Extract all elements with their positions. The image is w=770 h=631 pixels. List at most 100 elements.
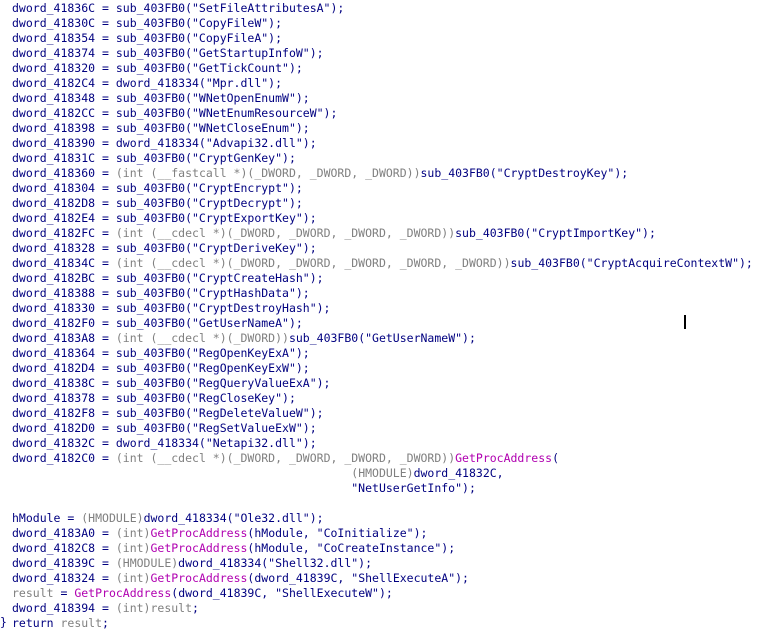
api-call-token: GetProcAddress — [150, 541, 248, 555]
code-line[interactable]: dword_418390 = dword_418334("Advapi32.dl… — [12, 136, 317, 151]
code-token: dword_4182BC = sub_403FB0("CryptCreateHa… — [12, 271, 324, 285]
code-token: dword_4182CC = sub_403FB0("WNetEnumResou… — [12, 106, 338, 120]
type-cast-token: (int) — [115, 601, 151, 615]
code-line[interactable]: dword_4182D8 = sub_403FB0("CryptDecrypt"… — [12, 196, 303, 211]
code-token: dword_4182FC = — [12, 226, 116, 240]
code-token: dword_4182E4 = sub_403FB0("CryptExportKe… — [12, 211, 317, 225]
code-token: dword_41832C = dword_418334("Netapi32.dl… — [12, 436, 317, 450]
code-line[interactable]: dword_418388 = sub_403FB0("CryptHashData… — [12, 286, 310, 301]
code-line[interactable]: dword_418394 = (int)result; — [12, 601, 199, 616]
code-token: hModule = — [12, 511, 82, 525]
code-line[interactable]: "NetUserGetInfo"); — [12, 481, 476, 496]
code-line[interactable]: dword_418364 = sub_403FB0("RegOpenKeyExA… — [12, 346, 310, 361]
code-line[interactable]: dword_4182F0 = sub_403FB0("GetUserNameA"… — [12, 316, 303, 331]
code-line[interactable]: dword_418378 = sub_403FB0("RegCloseKey")… — [12, 391, 296, 406]
code-line[interactable]: dword_4182E4 = sub_403FB0("CryptExportKe… — [12, 211, 317, 226]
code-token: dword_418360 = — [12, 166, 116, 180]
code-token: (dword_41839C, "ShellExecuteW"); — [171, 586, 393, 600]
code-line[interactable]: dword_4182BC = sub_403FB0("CryptCreateHa… — [12, 271, 324, 286]
code-token: dword_41836C = sub_403FB0("SetFileAttrib… — [12, 1, 345, 15]
code-line[interactable]: dword_4183A0 = (int)GetProcAddress(hModu… — [12, 526, 427, 541]
code-token: dword_41834C = — [12, 256, 116, 270]
code-token: sub_403FB0("CryptAcquireContextW"); — [510, 256, 753, 270]
code-line[interactable]: dword_4182C4 = dword_418334("Mpr.dll"); — [12, 76, 282, 91]
code-token: dword_41831C = sub_403FB0("CryptGenKey")… — [12, 151, 296, 165]
api-call-token: GetProcAddress — [74, 586, 172, 600]
code-token: dword_418304 = sub_403FB0("CryptEncrypt"… — [12, 181, 303, 195]
type-cast-token: (int (__cdecl *)(_DWORD, _DWORD, _DWORD,… — [115, 451, 456, 465]
editor-gutter — [0, 0, 6, 631]
code-token: dword_4182F8 = sub_403FB0("RegDeleteValu… — [12, 406, 324, 420]
code-line[interactable]: return result; — [12, 616, 109, 631]
code-token: ; — [192, 601, 199, 615]
code-token: dword_418388 = sub_403FB0("CryptHashData… — [12, 286, 310, 300]
code-line[interactable]: result = GetProcAddress(dword_41839C, "S… — [12, 586, 393, 601]
code-line[interactable]: dword_418398 = sub_403FB0("WNetCloseEnum… — [12, 121, 310, 136]
type-cast-token: (int) — [115, 526, 151, 540]
code-line[interactable]: dword_418330 = sub_403FB0("CryptDestroyH… — [12, 301, 331, 316]
code-token: ; — [102, 616, 109, 630]
code-token: dword_418378 = sub_403FB0("RegCloseKey")… — [12, 391, 296, 405]
code-line[interactable]: dword_418328 = sub_403FB0("CryptDeriveKe… — [12, 241, 317, 256]
code-line[interactable]: dword_418304 = sub_403FB0("CryptEncrypt"… — [12, 181, 303, 196]
code-token: dword_418348 = sub_403FB0("WNetOpenEnumW… — [12, 91, 310, 105]
code-line[interactable]: dword_41834C = (int (__cdecl *)(_DWORD, … — [12, 256, 753, 271]
code-line[interactable]: dword_418324 = (int)GetProcAddress(dword… — [12, 571, 469, 586]
code-line[interactable]: dword_4182C0 = (int (__cdecl *)(_DWORD, … — [12, 451, 559, 466]
type-cast-token: (int (__cdecl *)(_DWORD)) — [115, 331, 289, 345]
code-token: dword_418398 = sub_403FB0("WNetCloseEnum… — [12, 121, 310, 135]
code-token: dword_4183A8 = — [12, 331, 116, 345]
code-line[interactable]: dword_418348 = sub_403FB0("WNetOpenEnumW… — [12, 91, 310, 106]
code-line[interactable]: dword_418360 = (int (__fastcall *)(_DWOR… — [12, 166, 628, 181]
code-token: dword_4182C0 = — [12, 451, 116, 465]
code-token: = — [53, 586, 75, 600]
pseudocode-view[interactable]: dword_41836C = sub_403FB0("SetFileAttrib… — [0, 0, 770, 631]
code-line[interactable]: dword_418320 = sub_403FB0("GetTickCount"… — [12, 61, 303, 76]
code-token: dword_418328 = sub_403FB0("CryptDeriveKe… — [12, 241, 317, 255]
code-token: dword_418394 = — [12, 601, 116, 615]
code-token: dword_418390 = dword_418334("Advapi32.dl… — [12, 136, 317, 150]
api-call-token: GetProcAddress — [455, 451, 553, 465]
code-token: dword_41839C = — [12, 556, 116, 570]
code-token: dword_418334("Ole32.dll"); — [143, 511, 324, 525]
code-token: dword_418334("Shell32.dll"); — [178, 556, 373, 570]
code-line[interactable]: dword_41836C = sub_403FB0("SetFileAttrib… — [12, 1, 344, 16]
code-token: dword_418324 = — [12, 571, 116, 585]
api-call-token: GetProcAddress — [150, 571, 248, 585]
api-call-token: GetProcAddress — [150, 526, 248, 540]
code-token: sub_403FB0("CryptImportKey"); — [455, 226, 656, 240]
code-line[interactable]: hModule = (HMODULE)dword_418334("Ole32.d… — [12, 511, 324, 526]
code-line[interactable]: dword_418354 = sub_403FB0("CopyFileA"); — [12, 31, 282, 46]
code-line[interactable]: dword_4182F8 = sub_403FB0("RegDeleteValu… — [12, 406, 324, 421]
type-cast-token: (int) — [115, 571, 151, 585]
type-cast-token: (int (__fastcall *)(_DWORD, _DWORD, _DWO… — [115, 166, 421, 180]
code-line[interactable]: dword_4182FC = (int (__cdecl *)(_DWORD, … — [12, 226, 656, 241]
code-line[interactable]: dword_4183A8 = (int (__cdecl *)(_DWORD))… — [12, 331, 476, 346]
type-cast-token: (HMODULE) — [351, 466, 414, 480]
code-token: dword_4182C8 = — [12, 541, 116, 555]
code-line[interactable]: dword_4182C8 = (int)GetProcAddress(hModu… — [12, 541, 455, 556]
type-cast-token: (HMODULE) — [81, 511, 144, 525]
text-cursor — [684, 315, 686, 329]
code-token: dword_4182F0 = sub_403FB0("GetUserNameA"… — [12, 316, 303, 330]
code-line[interactable]: dword_41832C = dword_418334("Netapi32.dl… — [12, 436, 317, 451]
code-token: dword_418330 = sub_403FB0("CryptDestroyH… — [12, 301, 331, 315]
code-token: dword_418320 = sub_403FB0("GetTickCount"… — [12, 61, 303, 75]
code-line[interactable]: dword_4182D0 = sub_403FB0("RegSetValueEx… — [12, 421, 317, 436]
code-token: sub_403FB0("GetUserNameW"); — [288, 331, 476, 345]
code-token: dword_4182D4 = sub_403FB0("RegOpenKeyExW… — [12, 361, 310, 375]
code-line[interactable]: dword_41831C = sub_403FB0("CryptGenKey")… — [12, 151, 296, 166]
code-token: dword_41838C = sub_403FB0("RegQueryValue… — [12, 376, 331, 390]
code-line[interactable]: (HMODULE)dword_41832C, — [12, 466, 503, 481]
code-token: return — [12, 616, 61, 630]
code-token: dword_4182D0 = sub_403FB0("RegSetValueEx… — [12, 421, 317, 435]
code-token: (dword_41839C, "ShellExecuteA"); — [247, 571, 469, 585]
code-line[interactable]: dword_41839C = (HMODULE)dword_418334("Sh… — [12, 556, 372, 571]
code-line[interactable]: dword_41838C = sub_403FB0("RegQueryValue… — [12, 376, 331, 391]
code-line[interactable]: dword_418374 = sub_403FB0("GetStartupInf… — [12, 46, 324, 61]
type-cast-token: (int) — [115, 541, 151, 555]
code-line[interactable]: dword_4182D4 = sub_403FB0("RegOpenKeyExW… — [12, 361, 310, 376]
code-line[interactable]: dword_4182CC = sub_403FB0("WNetEnumResou… — [12, 106, 337, 121]
code-line[interactable]: dword_41830C = sub_403FB0("CopyFileW"); — [12, 16, 282, 31]
